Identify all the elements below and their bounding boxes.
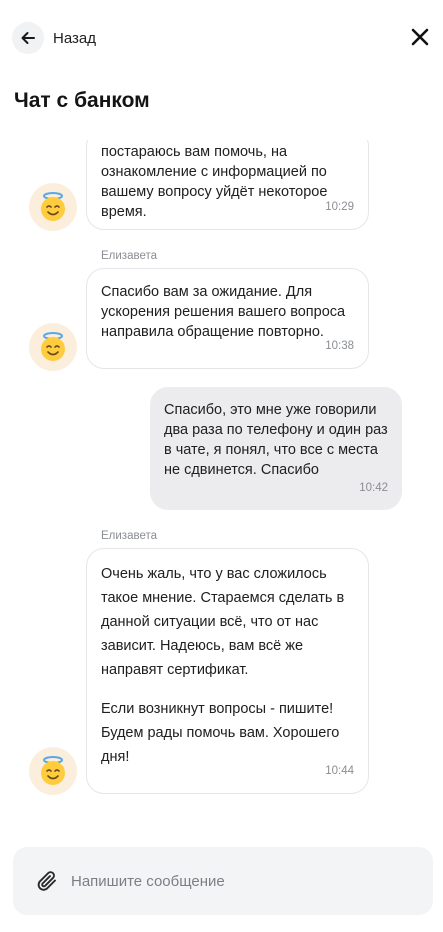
outgoing-message: Спасибо, это мне уже говорили два раза п… (150, 387, 402, 510)
sender-name: Елизавета (101, 250, 158, 262)
operator-avatar (29, 183, 77, 231)
message-input[interactable] (71, 867, 411, 895)
incoming-message: Очень жаль, что у вас сложилось такое мн… (86, 548, 369, 794)
message-time: 10:29 (325, 201, 354, 213)
back-label[interactable]: Назад (53, 30, 96, 47)
message-time: 10:42 (359, 482, 388, 494)
message-paragraph: Очень жаль, что у вас сложилось такое мн… (101, 566, 345, 678)
chat-message-list[interactable]: постараюсь вам помочь, на ознакомление с… (0, 140, 443, 830)
operator-avatar (29, 323, 77, 371)
attach-button[interactable] (35, 869, 59, 893)
message-text: Спасибо, это мне уже говорили два раза п… (164, 402, 388, 478)
page-title: Чат с банком (14, 89, 150, 112)
back-button[interactable] (12, 22, 44, 54)
message-text: Спасибо вам за ожидание. Для ускорения р… (101, 284, 346, 340)
message-paragraph: Если возникнут вопросы - пишите! Будем р… (101, 701, 340, 765)
angel-emoji-icon (41, 192, 65, 221)
paperclip-icon (37, 871, 56, 891)
operator-avatar (29, 747, 77, 795)
message-time: 10:44 (325, 765, 354, 777)
angel-emoji-icon (41, 756, 65, 785)
sender-name: Елизавета (101, 530, 158, 542)
close-button[interactable] (409, 26, 431, 48)
message-text: постараюсь вам помочь, на ознакомление с… (101, 144, 328, 220)
top-bar: Назад (0, 0, 443, 78)
incoming-message: постараюсь вам помочь, на ознакомление с… (86, 140, 369, 230)
close-icon (411, 28, 429, 46)
angel-emoji-icon (41, 332, 65, 361)
incoming-message: Спасибо вам за ожидание. Для ускорения р… (86, 268, 369, 369)
arrow-left-icon (21, 32, 35, 44)
message-composer (13, 847, 433, 915)
message-time: 10:38 (325, 340, 354, 352)
